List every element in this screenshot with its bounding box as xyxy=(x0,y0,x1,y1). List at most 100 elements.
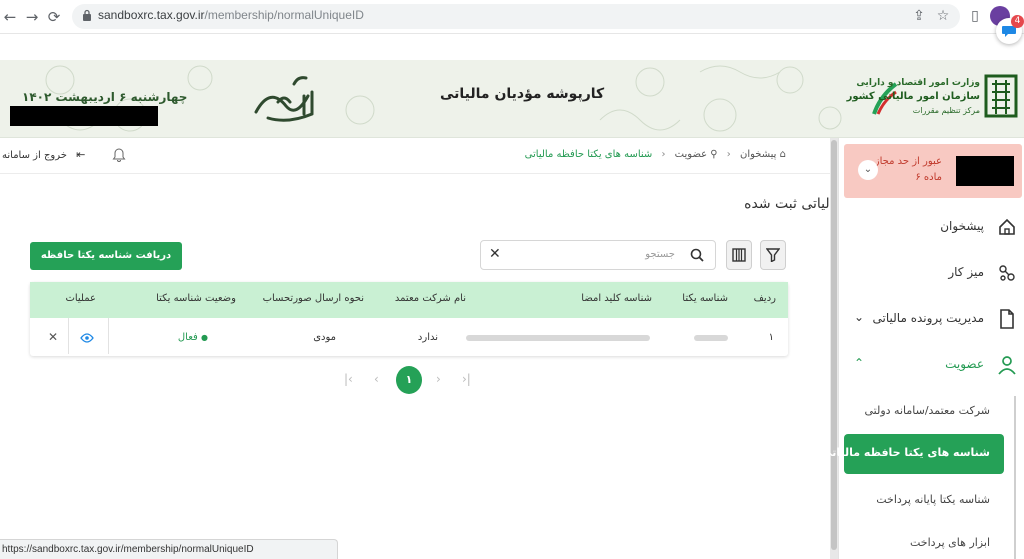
column-divider xyxy=(108,318,109,354)
page-header-title: کارپوشه مؤدیان مالیاتی xyxy=(440,86,605,102)
user-icon xyxy=(998,356,1016,375)
logout-button[interactable]: ⇤ خروج از سامانه xyxy=(2,148,85,161)
home-icon: ⌂ xyxy=(779,149,786,160)
delete-icon[interactable]: ✕ xyxy=(48,330,58,344)
share-icon[interactable]: ⇪ xyxy=(910,7,928,25)
chat-widget-button[interactable]: 4 xyxy=(996,15,1024,44)
current-date: چهارشنبه ۶ اردیبهشت ۱۴۰۲ xyxy=(22,90,188,104)
column-header: نام شرکت معتمد xyxy=(394,293,466,304)
table-header: ردیف شناسه یکتا شناسه کلید امضا نام شرکت… xyxy=(30,282,788,318)
columns-button[interactable] xyxy=(726,240,752,270)
submenu-rail xyxy=(1014,396,1016,559)
row-send-method: مودی xyxy=(313,332,336,343)
next-page-icon[interactable]: › xyxy=(436,372,441,386)
unique-ids-table: ردیف شناسه یکتا شناسه کلید امضا نام شرکت… xyxy=(30,282,788,356)
breadcrumb-separator: ‹ xyxy=(661,149,666,160)
pagination: |‹ ‹ ۱ › ›| xyxy=(340,366,480,396)
url-host: sandboxrc.tax.gov.ir xyxy=(98,8,205,22)
sidebar-item-membership[interactable]: عضویت ⌃ xyxy=(840,348,1018,384)
column-header: نحوه ارسال صورتحساب xyxy=(262,293,364,304)
site-header: چهارشنبه ۶ اردیبهشت ۱۴۰۲ کارپوشه مؤدیان … xyxy=(0,60,1024,138)
sidebar-subitem-payment-tools[interactable]: ابزار های پرداخت xyxy=(844,528,1004,558)
sidebar-subitem-label: ابزار های پرداخت xyxy=(910,536,990,549)
column-header: شناسه کلید امضا xyxy=(581,293,652,304)
user-icon: ⚲ xyxy=(710,149,718,160)
nodes-icon xyxy=(999,265,1015,281)
search-input[interactable]: جستجو xyxy=(645,249,675,260)
chevron-down-icon[interactable]: ⌄ xyxy=(858,160,878,180)
column-header: شناسه یکتا xyxy=(682,293,728,304)
blurred-signature-key-id xyxy=(466,335,650,341)
document-icon xyxy=(1000,309,1014,329)
columns-icon xyxy=(732,248,746,262)
search-icon[interactable] xyxy=(689,247,705,263)
previous-page-icon[interactable]: ‹ xyxy=(374,372,379,386)
alert-notice: عبور از حد مجاز ماده ۶ ⌄ xyxy=(844,144,1022,198)
lock-icon xyxy=(83,9,91,21)
sidebar-item-dashboard[interactable]: پیشخوان xyxy=(840,210,1018,246)
content-topbar: ⇤ خروج از سامانه ⌂ پیشخوان ‹ ⚲ عضویت ‹ ش… xyxy=(0,138,830,174)
browser-toolbar: ← → ⟳ sandboxrc.tax.gov.ir/membership/no… xyxy=(0,0,1024,34)
last-page-icon[interactable]: ›| xyxy=(462,372,471,386)
bookmark-star-icon[interactable]: ☆ xyxy=(934,7,952,25)
redacted-account-info xyxy=(956,156,1014,186)
tax-organization-emblem-icon xyxy=(984,74,1018,118)
ministry-line-2: سازمان امور مالیاتی کشور xyxy=(846,91,980,102)
sidebar-subitem-label: شناسه های یکتا حافظه مالیاتی xyxy=(821,446,990,459)
chevron-down-icon: ⌄ xyxy=(854,310,865,324)
status-dot-icon: ● xyxy=(201,333,208,342)
home-icon xyxy=(999,218,1015,235)
browser-status-bar: https://sandboxrc.tax.gov.ir/membership/… xyxy=(0,539,338,559)
calligraphy-logo xyxy=(254,76,314,122)
status-label: فعال xyxy=(177,332,198,343)
breadcrumb-membership[interactable]: عضویت xyxy=(675,149,707,160)
clear-search-icon[interactable]: ✕ xyxy=(489,246,501,262)
filter-icon xyxy=(766,248,780,262)
ministry-logo: وزارت امور اقتصاد و دارایی سازمان امور م… xyxy=(847,70,1020,130)
sidebar-item-label: مدیریت پرونده مالیاتی xyxy=(872,311,984,325)
sidebar-subitem-payment-terminal-id[interactable]: شناسه یکتا پایانه پرداخت xyxy=(844,485,1004,515)
receive-unique-id-button[interactable]: دریافت شناسه یکتا حافظه مالیاتی xyxy=(30,242,182,289)
sidebar-subitem-unique-ids[interactable]: شناسه های یکتا حافظه مالیاتی xyxy=(821,434,1004,474)
logout-icon: ⇤ xyxy=(76,148,86,161)
logout-label: خروج از سامانه xyxy=(2,150,67,161)
bell-icon[interactable] xyxy=(112,148,126,162)
back-icon[interactable]: ← xyxy=(0,7,20,27)
column-header: عملیات xyxy=(65,293,96,304)
row-company: ندارد xyxy=(417,332,438,343)
blurred-unique-id xyxy=(694,335,728,341)
ministry-line-3: مرکز تنظیم مقررات xyxy=(912,106,980,115)
search-box: ✕ جستجو xyxy=(480,240,716,270)
url-text: sandboxrc.tax.gov.ir/membership/normalUn… xyxy=(98,8,364,22)
breadcrumb-current: شناسه های یکتا حافظه مالیاتی xyxy=(524,149,653,160)
sidebar-scrollbar[interactable] xyxy=(830,138,838,559)
sidepanel-icon[interactable]: ▯ xyxy=(966,7,984,25)
forward-icon[interactable]: → xyxy=(22,7,42,27)
sidebar-item-label: پیشخوان xyxy=(940,219,984,233)
sidebar-item-tax-file-management[interactable]: مدیریت پرونده مالیاتی ⌄ xyxy=(840,302,1018,338)
view-eye-icon[interactable] xyxy=(80,333,94,343)
ministry-line-1: وزارت امور اقتصاد و دارایی xyxy=(856,78,980,88)
redacted-username xyxy=(10,106,158,126)
first-page-icon[interactable]: |‹ xyxy=(344,372,353,386)
address-bar[interactable]: sandboxrc.tax.gov.ir/membership/normalUn… xyxy=(72,4,960,29)
filter-button[interactable] xyxy=(760,240,786,270)
sidebar-subitem-label: شرکت معتمد/سامانه دولتی xyxy=(864,404,991,417)
reload-icon[interactable]: ⟳ xyxy=(44,7,64,27)
notification-badge: 4 xyxy=(1011,15,1024,28)
row-index: ۱ xyxy=(768,332,774,343)
url-path: /membership/normalUniqueID xyxy=(204,8,364,22)
column-divider xyxy=(68,318,69,354)
sidebar-item-label: میز کار xyxy=(948,265,984,279)
sidebar-subitem-trusted-company[interactable]: شرکت معتمد/سامانه دولتی xyxy=(844,396,1004,426)
chevron-up-icon: ⌃ xyxy=(854,356,865,370)
sidebar-item-label: عضویت xyxy=(945,357,984,371)
sidebar-item-workdesk[interactable]: میز کار xyxy=(840,256,1018,292)
column-header: وضعیت شناسه یکتا xyxy=(156,293,236,304)
page-number-current[interactable]: ۱ xyxy=(396,366,422,394)
sidebar-subitem-label: شناسه یکتا پایانه پرداخت xyxy=(876,493,990,506)
column-header: ردیف xyxy=(753,293,776,304)
breadcrumb: ⌂ پیشخوان ‹ ⚲ عضویت ‹ شناسه های یکتا حاف… xyxy=(525,149,786,160)
breadcrumb-home[interactable]: پیشخوان xyxy=(740,149,776,160)
breadcrumb-separator: ‹ xyxy=(726,149,731,160)
